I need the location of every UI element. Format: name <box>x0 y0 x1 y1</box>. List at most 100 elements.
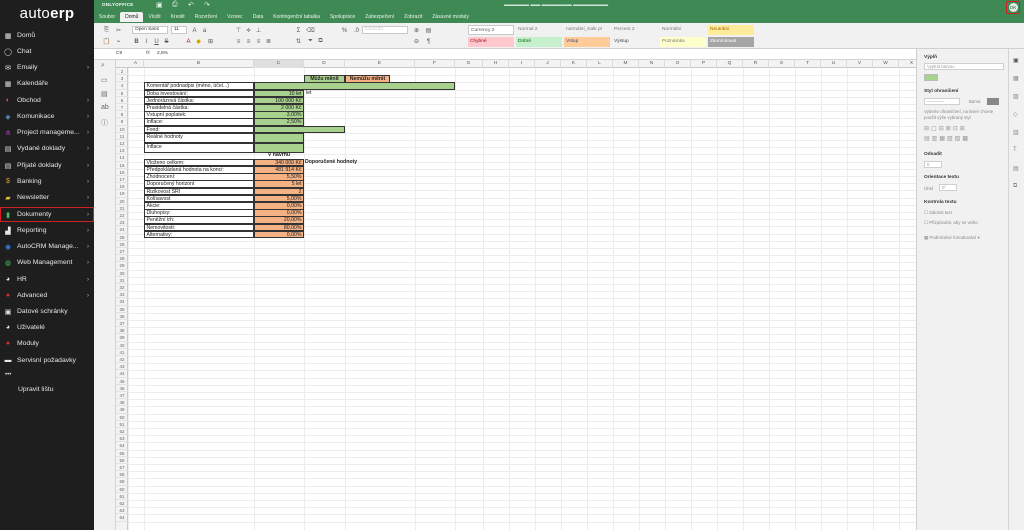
sidebar-item-komunikace[interactable]: ◈ Komunikace › <box>0 109 94 124</box>
row-header[interactable]: 22 <box>116 212 128 220</box>
paste-icon[interactable]: 📋 <box>102 37 111 46</box>
row-header[interactable]: 40 <box>116 342 128 349</box>
chart-settings-icon[interactable]: ▥ <box>1013 129 1019 136</box>
row-header[interactable]: 8 <box>116 111 128 119</box>
column-header[interactable]: M <box>613 60 639 68</box>
sidebar-item-domů[interactable]: ▦ Domů <box>0 28 94 43</box>
sidebar-item-uživatelé[interactable]: ◕ Uživatelé <box>0 320 94 335</box>
column-header[interactable]: B <box>144 60 254 68</box>
row-header[interactable]: 35 <box>116 306 128 313</box>
column-header[interactable]: E <box>345 60 415 68</box>
row-header[interactable]: 52 <box>116 428 128 436</box>
user-avatar-button[interactable]: OK <box>1006 1 1020 14</box>
row-header[interactable]: 32 <box>116 284 128 292</box>
row-header[interactable]: 19 <box>116 190 128 198</box>
menu-tab-9[interactable]: Zabezpečení <box>360 12 399 22</box>
row-header[interactable]: 31 <box>116 277 128 284</box>
sidebar-item-kalendáře[interactable]: ▦ Kalendáře <box>0 76 94 91</box>
row-header[interactable]: 16 <box>116 169 128 176</box>
sidebar-item-moduly[interactable]: ● Moduly <box>0 336 94 351</box>
number-format-select[interactable]: ▭▭▭▭ <box>362 26 408 34</box>
menu-tab-5[interactable]: Vzorec <box>222 12 248 22</box>
fill-color-icon[interactable]: ◆ <box>194 37 203 46</box>
row-header[interactable]: 43 <box>116 363 128 371</box>
bold-icon[interactable]: B <box>132 37 141 46</box>
row-header[interactable]: 51 <box>116 421 128 428</box>
sidebar-item-obchod[interactable]: ◐ Obchod › <box>0 93 94 108</box>
column-header[interactable]: S <box>769 60 795 68</box>
cell-style-option[interactable]: Neutrální <box>708 25 754 35</box>
column-header[interactable]: H <box>483 60 509 68</box>
column-header[interactable]: R <box>743 60 769 68</box>
fx-icon[interactable]: fx <box>146 50 150 56</box>
pivot-settings-icon[interactable]: ▤ <box>1013 165 1019 172</box>
row-header[interactable]: 24 <box>116 226 128 234</box>
row-header[interactable]: 60 <box>116 486 128 493</box>
font-color-icon[interactable]: A <box>184 37 193 46</box>
slicer-icon[interactable]: ⧉ <box>1013 183 1017 190</box>
row-header[interactable]: 63 <box>116 507 128 515</box>
row-header[interactable]: 59 <box>116 478 128 486</box>
column-header[interactable]: J <box>535 60 561 68</box>
column-header[interactable]: W <box>873 60 899 68</box>
row-header[interactable]: 45 <box>116 378 128 385</box>
strikethrough-icon[interactable]: S <box>162 37 171 46</box>
row-header[interactable]: 36 <box>116 313 128 320</box>
cell-style-option[interactable]: Percent 2 <box>612 25 658 35</box>
row-header[interactable]: 29 <box>116 262 128 270</box>
row-header[interactable]: 38 <box>116 327 128 335</box>
undo-icon[interactable]: ↶ <box>188 1 194 9</box>
border-buttons[interactable]: ⊞▢⊟⊠⊡⊞ <box>924 125 967 132</box>
row-header[interactable]: 55 <box>116 450 128 457</box>
conditional-format-button[interactable]: ▦ Podmíněné formátování ▾ <box>924 235 1004 241</box>
align-center-icon[interactable]: ≡ <box>244 37 253 46</box>
menu-tab-6[interactable]: Data <box>248 12 269 22</box>
sidebar-item-reporting[interactable]: ▟ Reporting › <box>0 223 94 238</box>
output-value-cell[interactable]: 0,00% <box>254 230 304 239</box>
format-painter-icon[interactable]: ⌁ <box>114 37 123 46</box>
cell-style-option[interactable]: normální_Kalk pl <box>564 25 610 35</box>
row-header[interactable]: 14 <box>116 154 128 162</box>
cell-style-option[interactable]: Chybné <box>468 37 514 47</box>
row-header[interactable]: 9 <box>116 118 128 126</box>
sidebar-item-banking[interactable]: $ Banking › <box>0 174 94 189</box>
align-left-icon[interactable]: ≡ <box>234 37 243 46</box>
italic-icon[interactable]: I <box>142 37 151 46</box>
row-header[interactable]: 42 <box>116 356 128 364</box>
column-header[interactable]: D <box>304 60 345 68</box>
row-header[interactable]: 25 <box>116 234 128 241</box>
row-header[interactable]: 33 <box>116 291 128 299</box>
cell-style-option[interactable]: Poznámka <box>660 37 706 47</box>
row-header[interactable]: 49 <box>116 406 128 414</box>
row-header[interactable]: 41 <box>116 349 128 356</box>
cell-name-box[interactable]: C9 <box>116 51 140 58</box>
redo-icon[interactable]: ↷ <box>204 1 210 9</box>
sidebar-item-přijaté-doklady[interactable]: ▤ Přijaté doklady › <box>0 158 94 173</box>
align-right-icon[interactable]: ≡ <box>254 37 263 46</box>
borders-icon[interactable]: ⊞ <box>206 37 215 46</box>
sidebar-item-servisní-požadavky[interactable]: ▬ Servisní požadavky <box>0 353 94 368</box>
row-header[interactable]: 11 <box>116 133 128 140</box>
cut-icon[interactable]: ✂ <box>114 26 123 35</box>
spellcheck-icon[interactable]: ab <box>101 104 109 111</box>
row-header[interactable]: 13 <box>116 147 128 155</box>
sidebar-item-chat[interactable]: ◯ Chat <box>0 44 94 59</box>
border-buttons-2[interactable]: ▤▥▦▧▨▩ <box>924 135 970 142</box>
row-header[interactable]: 30 <box>116 270 128 277</box>
row-header[interactable]: 28 <box>116 255 128 263</box>
column-header[interactable]: K <box>561 60 587 68</box>
column-header[interactable]: C <box>254 60 304 68</box>
row-header[interactable]: 34 <box>116 298 128 306</box>
sidebar-item-web-management[interactable]: ◍ Web Management › <box>0 255 94 270</box>
clear-icon[interactable]: ⌫ <box>306 26 315 35</box>
row-header[interactable]: 62 <box>116 500 128 508</box>
row-header[interactable]: 18 <box>116 183 128 191</box>
row-header[interactable]: 15 <box>116 162 128 169</box>
delete-cells-icon[interactable]: ⊖ <box>412 37 421 46</box>
row-header[interactable]: 56 <box>116 457 128 464</box>
menu-tab-2[interactable]: Vložit <box>143 12 165 22</box>
cell-style-option[interactable]: Výstup <box>612 37 658 47</box>
font-name-select[interactable]: Open Sans <box>132 26 168 34</box>
row-header[interactable]: 20 <box>116 198 128 205</box>
sidebar-more[interactable]: ••• <box>5 372 11 378</box>
